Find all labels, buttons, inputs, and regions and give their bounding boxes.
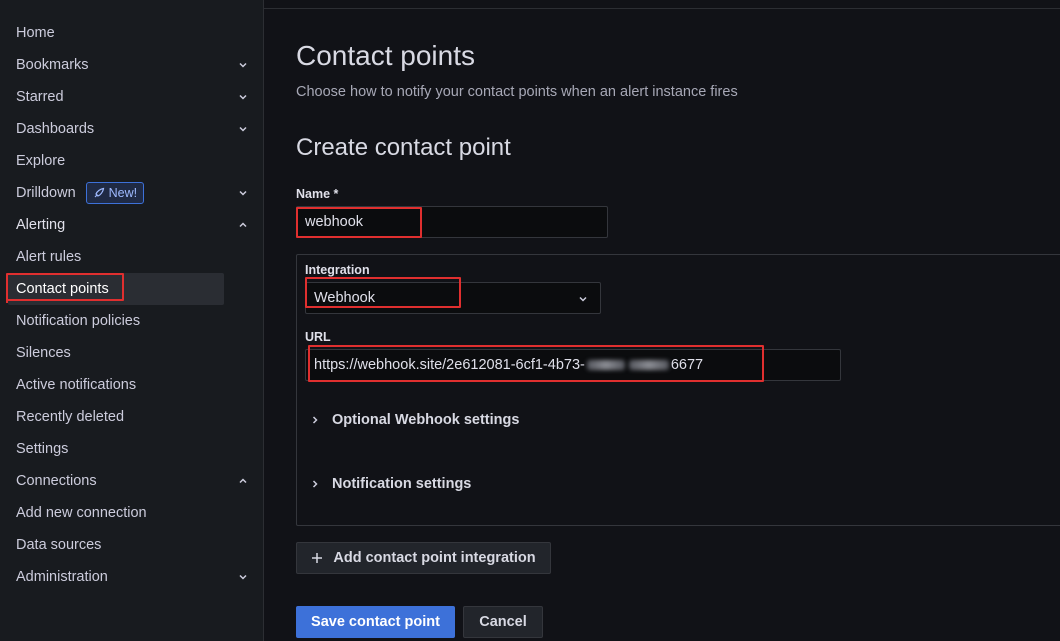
sidebar-item-connections[interactable]: Connections <box>8 465 224 497</box>
chevron-right-icon <box>312 480 318 488</box>
url-value-start: https://webhook.site/2e612081-6cf1-4b73- <box>314 357 585 373</box>
sidebar-item-add-new-connection[interactable]: Add new connection <box>8 497 224 529</box>
new-badge: New! <box>85 182 145 204</box>
sidebar-item-label: Connections <box>16 473 97 489</box>
add-integration-button[interactable]: Add contact point integration <box>296 542 551 574</box>
save-contact-point-button[interactable]: Save contact point <box>296 606 455 638</box>
optional-webhook-settings-label: Optional Webhook settings <box>332 412 520 428</box>
chevron-up-icon[interactable] <box>236 474 250 488</box>
sidebar-item-starred[interactable]: Starred <box>8 81 224 113</box>
sidebar-item-dashboards[interactable]: Dashboards <box>8 113 224 145</box>
chevron-down-icon[interactable] <box>236 122 250 136</box>
rocket-icon <box>94 187 104 198</box>
sidebar-item-label: Contact points <box>16 281 109 297</box>
sidebar-item-settings[interactable]: Settings <box>8 433 224 465</box>
sidebar-item-bookmarks[interactable]: Bookmarks <box>8 49 224 81</box>
save-label: Save contact point <box>311 614 440 630</box>
sidebar-item-drilldown[interactable]: Drilldown New! <box>8 177 224 209</box>
sidebar-item-data-sources[interactable]: Data sources <box>8 529 224 561</box>
sidebar-item-label: Dashboards <box>16 121 95 137</box>
add-integration-label: Add contact point integration <box>333 550 536 566</box>
chevron-down-icon <box>578 294 588 304</box>
sidebar-item-label: Data sources <box>16 537 102 553</box>
plus-icon <box>312 553 323 563</box>
sidebar-item-label: Alerting <box>16 217 66 233</box>
notification-settings-label: Notification settings <box>332 476 472 492</box>
integration-value: Webhook <box>314 290 375 306</box>
chevron-down-icon[interactable] <box>236 90 250 104</box>
optional-webhook-settings-toggle[interactable]: Optional Webhook settings <box>310 412 519 428</box>
sidebar-item-recently-deleted[interactable]: Recently deleted <box>8 401 224 433</box>
sidebar-item-silences[interactable]: Silences <box>8 337 224 369</box>
sidebar-item-label: Explore <box>16 153 66 169</box>
chevron-down-icon[interactable] <box>236 186 250 200</box>
redacted-segment <box>586 360 625 370</box>
chevron-right-icon <box>312 416 318 424</box>
page-subtitle: Choose how to notify your contact points… <box>296 84 738 100</box>
page-title: Contact points <box>296 40 475 71</box>
url-label: URL <box>305 330 331 344</box>
sidebar: Home Bookmarks Starred Dashboards Explor… <box>0 0 264 641</box>
sidebar-item-label: Active notifications <box>16 377 137 393</box>
sidebar-item-label: Add new connection <box>16 505 147 521</box>
cancel-label: Cancel <box>479 614 527 630</box>
sidebar-item-label: Notification policies <box>16 313 141 329</box>
sidebar-item-label: Starred <box>16 89 64 105</box>
integration-select[interactable]: Webhook <box>305 282 601 314</box>
redacted-segment <box>628 360 669 370</box>
notification-settings-toggle[interactable]: Notification settings <box>310 476 471 492</box>
sidebar-item-label: Drilldown <box>16 185 76 201</box>
top-divider <box>264 0 1060 9</box>
sidebar-item-label: Recently deleted <box>16 409 125 425</box>
sidebar-item-contact-points[interactable]: Contact points <box>8 273 224 305</box>
name-label: Name * <box>296 187 339 201</box>
sidebar-item-alerting[interactable]: Alerting <box>8 209 224 241</box>
sidebar-item-label: Administration <box>16 569 108 585</box>
sidebar-item-active-notifications[interactable]: Active notifications <box>8 369 224 401</box>
sidebar-item-label: Home <box>16 25 55 41</box>
section-title: Create contact point <box>296 134 511 161</box>
active-indicator <box>6 275 8 303</box>
name-input[interactable]: webhook <box>296 206 608 238</box>
badge-label: New! <box>108 186 138 200</box>
url-value-end: 6677 <box>670 357 704 373</box>
sidebar-item-label: Alert rules <box>16 249 82 265</box>
url-input[interactable]: https://webhook.site/2e612081-6cf1-4b73-… <box>305 349 841 381</box>
name-value: webhook <box>305 214 364 230</box>
sidebar-item-explore[interactable]: Explore <box>8 145 224 177</box>
sidebar-item-home[interactable]: Home <box>8 17 224 49</box>
chevron-up-icon[interactable] <box>236 218 250 232</box>
sidebar-item-label: Settings <box>16 441 69 457</box>
chevron-down-icon[interactable] <box>236 570 250 584</box>
sidebar-item-administration[interactable]: Administration <box>8 561 224 593</box>
integration-label: Integration <box>305 263 370 277</box>
chevron-down-icon[interactable] <box>236 58 250 72</box>
sidebar-item-label: Silences <box>16 345 71 361</box>
cancel-button[interactable]: Cancel <box>463 606 543 638</box>
sidebar-item-alert-rules[interactable]: Alert rules <box>8 241 224 273</box>
sidebar-item-label: Bookmarks <box>16 57 89 73</box>
sidebar-item-notification-policies[interactable]: Notification policies <box>8 305 224 337</box>
